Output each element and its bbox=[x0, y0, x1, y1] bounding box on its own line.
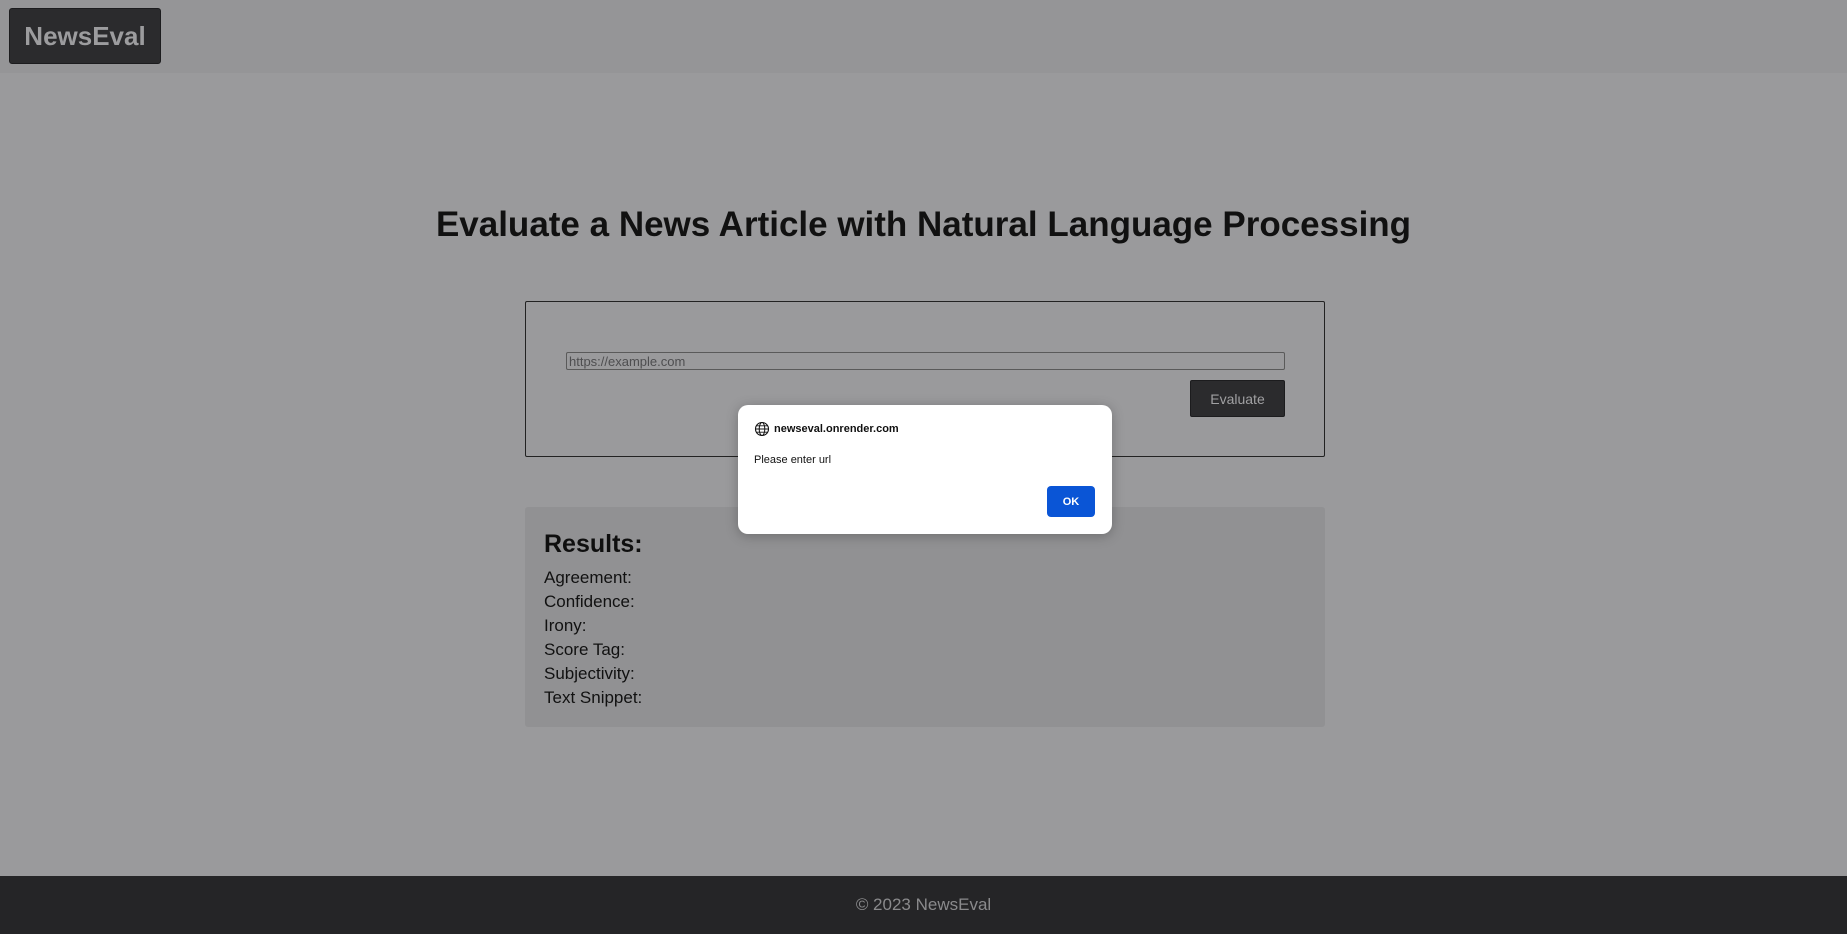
footer: © 2023 NewsEval bbox=[0, 876, 1847, 934]
top-navbar: NewsEval bbox=[0, 0, 1847, 73]
dialog-header: newseval.onrender.com bbox=[754, 420, 1096, 438]
globe-icon bbox=[754, 421, 770, 437]
dialog-host: newseval.onrender.com bbox=[774, 423, 899, 435]
result-irony: Irony: bbox=[544, 616, 587, 635]
result-score-tag: Score Tag: bbox=[544, 640, 625, 659]
result-text-snippet: Text Snippet: bbox=[544, 688, 643, 707]
page-title: Evaluate a News Article with Natural Lan… bbox=[435, 205, 1412, 244]
alert-dialog: newseval.onrender.com Please enter url O… bbox=[738, 405, 1112, 534]
dialog-message: Please enter url bbox=[754, 454, 832, 466]
ok-button[interactable]: OK bbox=[1047, 486, 1095, 517]
url-input[interactable] bbox=[566, 352, 1285, 370]
footer-copyright: © 2023 NewsEval bbox=[855, 895, 992, 914]
result-agreement: Agreement: bbox=[544, 568, 632, 587]
brand-logo[interactable]: NewsEval bbox=[9, 8, 161, 64]
results-panel: Results: Agreement: Confidence: Irony: S… bbox=[525, 507, 1325, 727]
result-confidence: Confidence: bbox=[544, 592, 635, 611]
evaluate-button[interactable]: Evaluate bbox=[1190, 380, 1285, 417]
result-subjectivity: Subjectivity: bbox=[544, 664, 635, 683]
results-heading: Results: bbox=[544, 530, 643, 558]
